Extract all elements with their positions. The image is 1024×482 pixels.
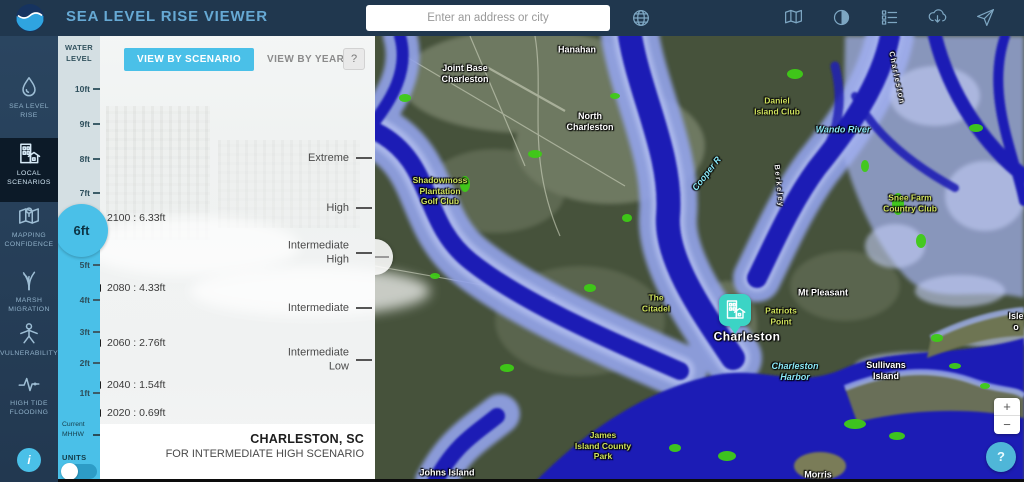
water-level-ruler: WATER LEVEL Current MHHW UNITS 10ft 9ft 8f… bbox=[58, 36, 100, 482]
water-level-tick-label: 7ft bbox=[80, 188, 90, 198]
units-toggle-knob[interactable] bbox=[61, 463, 78, 480]
sidebar-item-label: VULNERABILITY bbox=[0, 349, 58, 358]
water-level-tick-label: 4ft bbox=[80, 295, 90, 305]
water-level-tick bbox=[93, 299, 100, 301]
water-drop-icon bbox=[16, 74, 42, 100]
map-pin-icon bbox=[16, 203, 42, 229]
year-label: 2080 : 4.33ft bbox=[107, 282, 165, 294]
satellite-imagery bbox=[375, 36, 1024, 482]
zoom-in-button[interactable]: + bbox=[994, 398, 1020, 416]
year-label: 2020 : 0.69ft bbox=[107, 407, 165, 419]
sidebar-nav: i SEA LEVEL RISE LOCAL SCENARIOS MAPPING C… bbox=[0, 36, 58, 482]
scenario-tick bbox=[356, 252, 372, 254]
pulse-icon bbox=[16, 371, 42, 397]
scenario-tick bbox=[356, 359, 372, 361]
scenario-marker: Intermediate Low bbox=[205, 345, 375, 375]
header-toolbar bbox=[783, 7, 996, 28]
tab-view-by-year[interactable]: VIEW BY YEAR bbox=[254, 48, 357, 71]
water-level-tick-label: 8ft bbox=[80, 154, 90, 164]
scenario-tick bbox=[356, 157, 372, 159]
handle-tick bbox=[375, 256, 389, 258]
buildings-icon bbox=[16, 141, 42, 167]
scenario-marker: Intermediate bbox=[205, 293, 375, 323]
water-level-tick bbox=[93, 264, 100, 266]
map-zoom-control: + − bbox=[994, 398, 1020, 434]
water-level-tick-label: 1ft bbox=[80, 388, 90, 398]
person-icon bbox=[16, 321, 42, 347]
noaa-logo bbox=[16, 4, 44, 32]
location-marker-pin[interactable] bbox=[719, 294, 751, 326]
sea-level-rise-viewer-app: SEA LEVEL RISE VIEWER i SEA LEVEL RISE LO… bbox=[0, 0, 1024, 482]
sidebar-item-label: LOCAL SCENARIOS bbox=[0, 169, 58, 187]
scenario-marker: High bbox=[205, 193, 375, 223]
water-level-tick-label: 10ft bbox=[75, 84, 90, 94]
water-level-title: WATER LEVEL bbox=[58, 42, 100, 65]
contrast-icon[interactable] bbox=[831, 7, 852, 28]
scenario-marker: Extreme bbox=[205, 143, 375, 173]
water-level-tick-label: 2ft bbox=[80, 358, 90, 368]
scenario-label: Intermediate bbox=[229, 301, 349, 315]
year-marker: 2040 : 1.54ft bbox=[95, 379, 165, 391]
share-icon[interactable] bbox=[975, 7, 996, 28]
sidebar-item-local-scenarios[interactable]: LOCAL SCENARIOS bbox=[0, 138, 58, 202]
water-level-tick bbox=[93, 192, 100, 194]
water-level-bubble[interactable]: 6ft bbox=[55, 204, 108, 257]
water-level-tick bbox=[93, 158, 100, 160]
water-level-tick bbox=[93, 123, 100, 125]
legend-icon[interactable] bbox=[879, 7, 900, 28]
water-level-tick bbox=[93, 331, 100, 333]
water-level-tick-label: 3ft bbox=[80, 327, 90, 337]
tab-view-by-scenario[interactable]: VIEW BY SCENARIO bbox=[124, 48, 254, 71]
scenario-marker: Intermediate High bbox=[205, 238, 375, 268]
scenario-label: Intermediate High bbox=[229, 239, 349, 268]
map-icon[interactable] bbox=[783, 7, 804, 28]
mhhw-tick bbox=[93, 434, 100, 436]
download-icon[interactable] bbox=[927, 7, 948, 28]
year-marker: 2060 : 2.76ft bbox=[95, 337, 165, 349]
marsh-grass-icon bbox=[16, 268, 42, 294]
scenario-tick bbox=[356, 307, 372, 309]
year-label: 2100 : 6.33ft bbox=[107, 212, 165, 224]
sidebar-item-label: HIGH TIDE FLOODING bbox=[0, 399, 58, 417]
panel-tabs: VIEW BY SCENARIOVIEW BY YEAR bbox=[124, 48, 357, 71]
location-subtitle: FOR INTERMEDIATE HIGH SCENARIO bbox=[166, 448, 364, 460]
sidebar-item-label: MAPPING CONFIDENCE bbox=[0, 231, 58, 249]
year-marker: 2080 : 4.33ft bbox=[95, 282, 165, 294]
map-canvas[interactable]: HanahanJoint Base CharlestonNorth Charle… bbox=[375, 36, 1024, 482]
current-mhhw-label: Current MHHW bbox=[62, 420, 85, 440]
sidebar-item-marsh-migration[interactable]: MARSH MIGRATION bbox=[0, 265, 58, 325]
info-button[interactable]: i bbox=[17, 448, 41, 472]
location-name: CHARLESTON, SC bbox=[250, 432, 364, 446]
water-level-tick-label: 9ft bbox=[80, 119, 90, 129]
app-title: SEA LEVEL RISE VIEWER bbox=[66, 8, 268, 25]
sidebar-item-label: MARSH MIGRATION bbox=[0, 296, 58, 314]
globe-icon[interactable] bbox=[630, 7, 652, 29]
sidebar-item-high-tide-flooding[interactable]: HIGH TIDE FLOODING bbox=[0, 368, 58, 428]
scenario-label: High bbox=[229, 201, 349, 215]
location-block: CHARLESTON, SC FOR INTERMEDIATE HIGH SCE… bbox=[100, 424, 375, 482]
scenario-label: Extreme bbox=[229, 151, 349, 165]
search-input[interactable] bbox=[366, 5, 610, 31]
sidebar-item-sea-level-rise[interactable]: SEA LEVEL RISE bbox=[0, 71, 58, 131]
sidebar-item-mapping-confidence[interactable]: MAPPING CONFIDENCE bbox=[0, 200, 58, 260]
zoom-out-button[interactable]: − bbox=[994, 416, 1020, 434]
year-label: 2040 : 1.54ft bbox=[107, 379, 165, 391]
year-label: 2060 : 2.76ft bbox=[107, 337, 165, 349]
map-help-button[interactable]: ? bbox=[986, 442, 1016, 472]
water-level-tick bbox=[93, 88, 100, 90]
panel-help-button[interactable]: ? bbox=[343, 48, 365, 70]
scenario-tick bbox=[356, 207, 372, 209]
header-bar: SEA LEVEL RISE VIEWER bbox=[0, 0, 1024, 36]
sidebar-item-label: SEA LEVEL RISE bbox=[0, 102, 58, 120]
year-marker: 2020 : 0.69ft bbox=[95, 407, 165, 419]
scenario-label: Intermediate Low bbox=[229, 346, 349, 375]
scenario-panel: VIEW BY SCENARIOVIEW BY YEAR ? Extreme Hi… bbox=[100, 36, 375, 482]
units-label: UNITS bbox=[62, 453, 87, 462]
water-level-tick bbox=[93, 362, 100, 364]
units-toggle[interactable] bbox=[61, 464, 97, 479]
water-level-tick-label: 5ft bbox=[80, 260, 90, 270]
water-level-tick bbox=[93, 392, 100, 394]
